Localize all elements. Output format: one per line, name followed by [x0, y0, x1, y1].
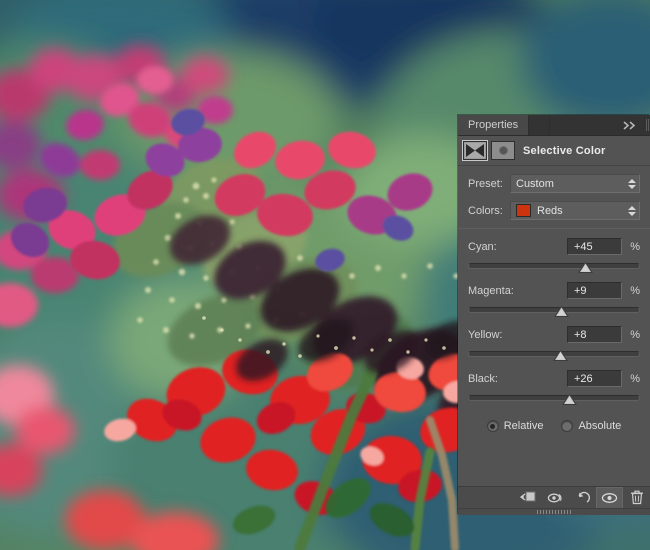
preset-dropdown[interactable]: Custom — [510, 174, 640, 193]
slider-track[interactable] — [468, 263, 640, 269]
toggle-preview-icon[interactable] — [542, 487, 569, 509]
radio-relative-label: Relative — [503, 420, 544, 432]
percent-label: % — [630, 240, 640, 253]
percent-label: % — [630, 372, 640, 385]
slider-block-magenta: Magenta: +9% — [468, 281, 640, 318]
slider-block-cyan: Cyan: +45% — [468, 237, 640, 274]
slider-group: Cyan: +45% Magenta: +9% Yellow: +8% Black: +26% — [468, 237, 640, 406]
preset-value: Custom — [516, 177, 554, 190]
delete-trash-icon[interactable] — [623, 487, 650, 509]
colors-dropdown[interactable]: Reds — [510, 201, 640, 220]
radio-relative-dot — [486, 420, 499, 432]
slider-track-wrap[interactable] — [468, 305, 640, 318]
preset-label: Preset: — [468, 177, 503, 190]
layer-mask-icon[interactable] — [491, 141, 515, 160]
slider-label: Magenta: — [468, 284, 514, 297]
slider-thumb[interactable] — [553, 306, 569, 317]
slider-head: Cyan: +45% — [468, 237, 640, 256]
visibility-eye-icon[interactable] — [596, 486, 623, 509]
mask-dot-icon — [498, 146, 508, 155]
slider-track-wrap[interactable] — [468, 349, 640, 362]
slider-thumb[interactable] — [578, 262, 593, 273]
slider-head: Yellow: +8% — [468, 325, 640, 344]
reset-icon[interactable] — [569, 487, 596, 509]
slider-track-wrap[interactable] — [468, 393, 640, 406]
colors-label: Colors: — [468, 204, 503, 217]
method-radio-group: Relative Absolute — [468, 420, 640, 432]
slider-label: Yellow: — [468, 328, 503, 341]
slider-label: Black: — [468, 372, 498, 385]
slider-track-wrap[interactable] — [468, 261, 640, 274]
slider-thumb[interactable] — [553, 350, 568, 361]
tab-secondary[interactable] — [529, 115, 551, 135]
slider-thumb[interactable] — [561, 394, 577, 405]
slider-block-black: Black: +26% — [468, 369, 640, 406]
panel-footer-toolbar — [458, 486, 650, 509]
slider-value-input[interactable]: +9 — [567, 282, 622, 299]
radio-absolute[interactable]: Absolute — [561, 420, 621, 432]
panel-body: Preset: Custom Colors: Reds Cyan: +45 % … — [458, 166, 650, 486]
application-window: Properties Selective Color Preset: Custo… — [0, 0, 650, 550]
tab-properties[interactable]: Properties — [458, 115, 530, 135]
selective-color-icon[interactable] — [462, 140, 488, 161]
chevron-updown-icon — [627, 177, 636, 190]
radio-absolute-label: Absolute — [578, 420, 622, 432]
page-title: Selective Color — [523, 144, 606, 157]
section-divider — [458, 228, 650, 229]
slider-head: Magenta: +9% — [468, 281, 640, 300]
colors-row: Colors: Reds — [468, 201, 640, 220]
resize-grip-icon[interactable] — [458, 508, 650, 515]
slider-label: Cyan: — [468, 240, 497, 253]
slider-track[interactable] — [468, 395, 640, 401]
slider-value-input[interactable]: +26 — [567, 370, 622, 387]
percent-label: % — [630, 284, 640, 297]
slider-head: Black: +26% — [468, 369, 640, 388]
color-swatch — [516, 204, 531, 217]
panel-tab-bar: Properties — [458, 115, 650, 136]
colors-value: Reds — [537, 204, 563, 217]
grip-dots — [537, 510, 571, 514]
chevron-updown-icon — [627, 204, 636, 217]
clip-to-layer-icon[interactable] — [515, 487, 542, 509]
properties-panel: Properties Selective Color Preset: Custo… — [458, 115, 650, 515]
radio-relative[interactable]: Relative — [486, 420, 544, 432]
preset-row: Preset: Custom — [468, 174, 640, 193]
percent-label: % — [630, 328, 640, 341]
tab-bar-spacer — [550, 115, 617, 135]
double-chevron-right-icon[interactable] — [617, 115, 643, 135]
panel-title-row: Selective Color — [458, 136, 650, 166]
radio-absolute-dot — [561, 420, 574, 432]
panel-grip-icon[interactable] — [643, 115, 650, 135]
slider-value-input[interactable]: +8 — [567, 326, 622, 343]
slider-block-yellow: Yellow: +8% — [468, 325, 640, 362]
slider-value-input[interactable]: +45 — [567, 238, 622, 255]
